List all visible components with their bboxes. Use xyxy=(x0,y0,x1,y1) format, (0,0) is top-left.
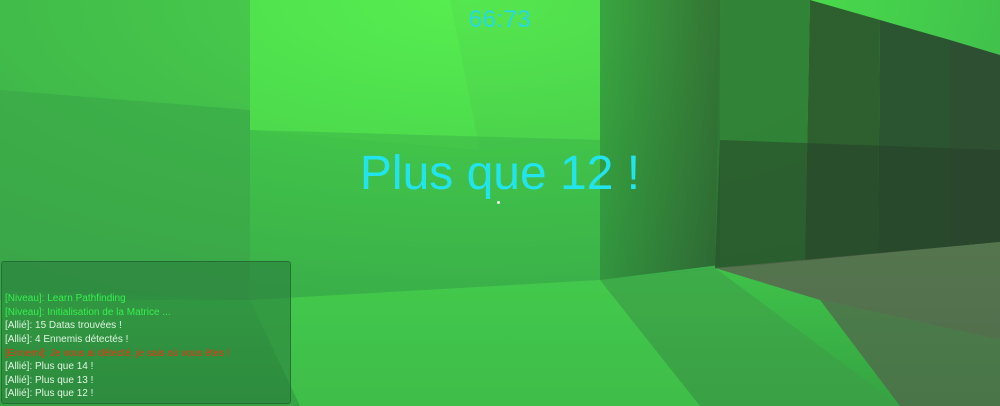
game-viewport[interactable]: 66:73 Plus que 12 ! [Niveau]: Learn Path… xyxy=(0,0,1000,406)
chat-line: [Allié]: Plus que 14 ! xyxy=(5,361,94,373)
chat-line: [Allié]: 4 Ennemis détectés ! xyxy=(5,334,129,346)
objective-message: Plus que 12 ! xyxy=(359,147,641,200)
crosshair-icon xyxy=(497,201,500,204)
chat-log-panel[interactable]: [Niveau]: Learn Pathfinding [Niveau]: In… xyxy=(1,261,291,404)
chat-line: [Allié]: 15 Datas trouvées ! xyxy=(5,320,122,332)
right-wall-facet xyxy=(600,0,720,280)
chat-line: [Niveau]: Initialisation de la Matrice .… xyxy=(5,306,171,318)
chat-line: [Ennemi]: Je vous ai détecté, je sais où… xyxy=(5,347,230,359)
chat-line: [Niveau]: Learn Pathfinding xyxy=(5,293,126,305)
timer-readout: 66:73 xyxy=(468,6,532,33)
chat-line: [Allié]: Plus que 12 ! xyxy=(5,388,94,400)
chat-line: [Allié]: Plus que 13 ! xyxy=(5,374,94,386)
